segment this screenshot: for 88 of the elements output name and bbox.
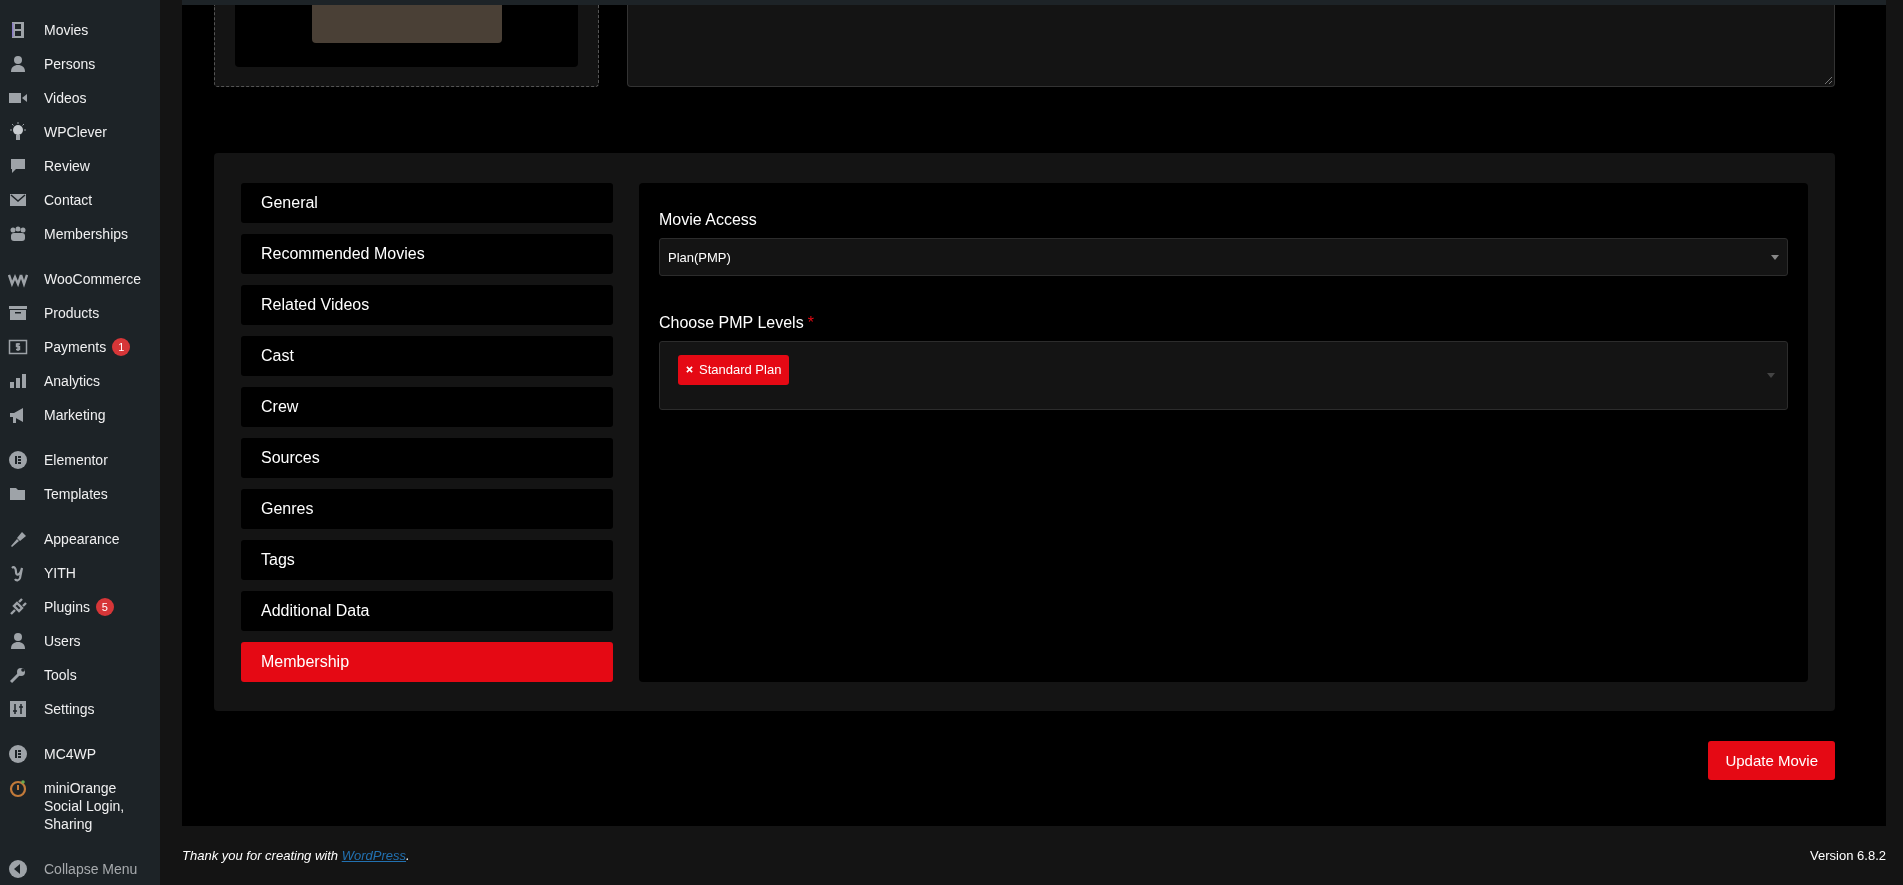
tab[interactable]: Recommended Movies	[241, 234, 613, 274]
menu-label: Memberships	[44, 225, 129, 244]
sidebar-item[interactable]: Marketing	[0, 398, 160, 432]
person-icon	[8, 631, 28, 651]
menu-label: Plugins	[44, 598, 90, 617]
sidebar-item[interactable]: Tools	[0, 658, 160, 692]
sidebar-item[interactable]: Videos	[0, 81, 160, 115]
sidebar-item[interactable]: Templates	[0, 477, 160, 511]
menu-label: Elementor	[44, 451, 108, 470]
sidebar-item[interactable]: WooCommerce	[0, 262, 160, 296]
sidebar-item[interactable]: Settings	[0, 692, 160, 726]
tab[interactable]: General	[241, 183, 613, 223]
sidebar-item[interactable]: Appearance	[0, 522, 160, 556]
tab[interactable]: Membership	[241, 642, 613, 682]
sidebar-item[interactable]: Memberships	[0, 217, 160, 251]
plug-icon	[8, 597, 28, 617]
menu-label: Videos	[44, 89, 87, 108]
field-label: Movie Access	[659, 211, 758, 229]
sidebar-item[interactable]: Persons	[0, 47, 160, 81]
tab[interactable]: Cast	[241, 336, 613, 376]
circle-logo-icon	[8, 450, 28, 470]
sidebar-item[interactable]: Movies	[0, 13, 160, 47]
sidebar-item[interactable]: Contact	[0, 183, 160, 217]
paintbrush-icon	[8, 529, 28, 549]
power-ring-icon	[8, 778, 28, 798]
caret-icon	[1771, 254, 1779, 260]
sidebar-item[interactable]: Review	[0, 149, 160, 183]
menu-label: Products	[44, 304, 100, 323]
archive-box-icon	[8, 303, 28, 323]
menu-label: MC4WP	[44, 745, 97, 764]
selected-tag: Standard Plan	[678, 354, 790, 385]
collapse-menu-button[interactable]: Collapse Menu	[0, 852, 160, 885]
menu-label: Templates	[44, 485, 108, 504]
menu-label: Settings	[44, 700, 95, 719]
description-field[interactable]	[627, 5, 1835, 87]
sidebar-item[interactable]: WPClever	[0, 115, 160, 149]
menu-label: Marketing	[44, 406, 106, 425]
menu-label: Appearance	[44, 530, 120, 549]
dollar-note-icon	[8, 337, 28, 357]
sidebar-item[interactable]: Products	[0, 296, 160, 330]
wordpress-link[interactable]: WordPress	[341, 848, 406, 863]
version-text: Version 6.8.2	[1810, 848, 1886, 863]
update-movie-button[interactable]: Update Movie	[1708, 741, 1835, 780]
menu-label: Movies	[44, 21, 89, 40]
pmp-levels-select[interactable]: Standard Plan	[659, 341, 1788, 410]
menu-label: Persons	[44, 55, 96, 74]
movie-access-select[interactable]: Plan(PMP)	[659, 238, 1788, 276]
sliders-icon	[8, 699, 28, 719]
left-arrow-circle-icon	[8, 859, 28, 879]
light-bulb-icon	[8, 122, 28, 142]
wrench-icon	[8, 665, 28, 685]
sidebar-item[interactable]: YITH	[0, 556, 160, 590]
tab[interactable]: Crew	[241, 387, 613, 427]
sidebar-item[interactable]: Users	[0, 624, 160, 658]
tab[interactable]: Related Videos	[241, 285, 613, 325]
menu-label: miniOrange Social Login, Sharing	[44, 779, 126, 834]
sidebar-item[interactable]: miniOrange Social Login, Sharing	[0, 771, 160, 841]
bar-chart-icon	[8, 371, 28, 391]
menu-label: WPClever	[44, 123, 107, 142]
menu-label: Tools	[44, 666, 77, 685]
field-label-text: Choose PMP Levels	[659, 314, 804, 331]
sidebar-item[interactable]: Plugins 5	[0, 590, 160, 624]
speech-bubble-icon	[8, 156, 28, 176]
sidebar-item[interactable]: MC4WP	[0, 737, 160, 771]
count-badge: 5	[95, 598, 114, 616]
menu-label: Users	[44, 632, 81, 651]
tab[interactable]: Genres	[241, 489, 613, 529]
sidebar-item[interactable]: Elementor	[0, 443, 160, 477]
sidebar-item[interactable]: Analytics	[0, 364, 160, 398]
menu-label: Analytics	[44, 372, 101, 391]
sidebar-item[interactable]: Payments 1	[0, 330, 160, 364]
people-icon	[8, 224, 28, 244]
circle-logo-icon	[8, 744, 28, 764]
footer-text: Thank you for creating with WordPress.	[182, 848, 410, 863]
menu-label: Review	[44, 157, 90, 176]
tab[interactable]: Tags	[241, 540, 613, 580]
menu-label: Payments	[44, 338, 107, 357]
tab[interactable]: Sources	[241, 438, 613, 478]
menu-label: WooCommerce	[44, 270, 141, 289]
person-icon	[8, 54, 28, 74]
count-badge: 1	[112, 338, 131, 356]
required-mark: *	[807, 314, 814, 331]
tab[interactable]: Additional Data	[241, 591, 613, 631]
menu-label: Contact	[44, 191, 93, 210]
menu-label: YITH	[44, 564, 76, 583]
caret-icon	[1767, 373, 1775, 378]
resize-handle-icon[interactable]	[1824, 76, 1832, 84]
remove-icon[interactable]	[686, 366, 693, 373]
